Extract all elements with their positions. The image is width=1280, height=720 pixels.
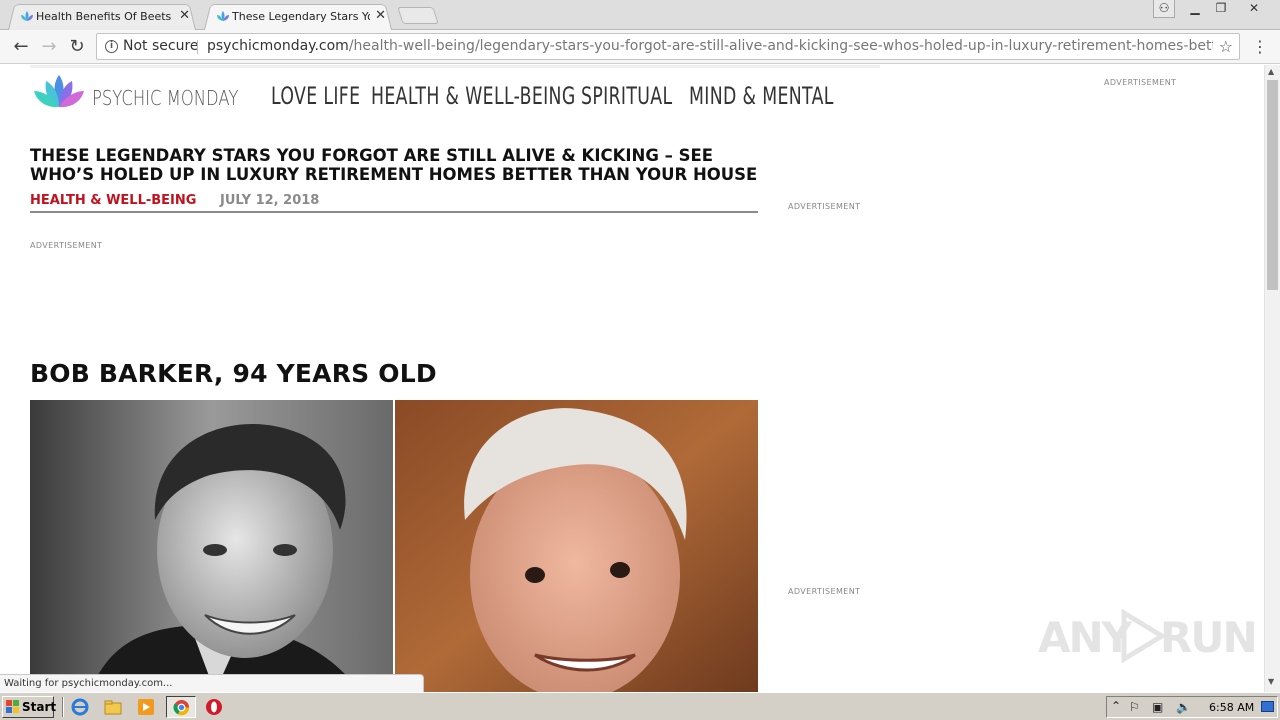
headline-rule [30, 211, 758, 213]
article-headline: THESE LEGENDARY STARS YOU FORGOT ARE STI… [30, 146, 758, 184]
tab-health-benefits-of-beets[interactable]: Health Benefits Of Beets Yo ✕ [0, 2, 204, 30]
web-page: PSYCHIC MONDAY LOVE LIFE HEALTH & WELL-B… [0, 65, 1264, 692]
new-tab-button[interactable] [397, 7, 439, 24]
url-text[interactable]: psychicmonday.com/health-well-being/lege… [207, 34, 1213, 59]
tab-title: These Legendary Stars You [232, 10, 370, 23]
scrollbar-thumb[interactable] [1267, 80, 1278, 290]
young-portrait-image [30, 400, 393, 692]
volume-icon[interactable]: 🔈 [1176, 700, 1191, 714]
vertical-scrollbar[interactable]: ▲ ▼ [1264, 65, 1280, 692]
tab-title: Health Benefits Of Beets Yo [36, 10, 174, 23]
internet-explorer-icon[interactable] [71, 698, 89, 716]
browser-menu-icon[interactable]: ⋮ [1252, 37, 1268, 57]
omnibox-divider [197, 40, 198, 54]
status-bubble: Waiting for psychicmonday.com... [0, 674, 424, 692]
ad-label-inline: ADVERTISEMENT [30, 241, 103, 250]
logo-text: PSYCHIC MONDAY [92, 86, 239, 110]
windows-flag-icon [6, 700, 19, 713]
article-date: JULY 12, 2018 [220, 193, 320, 208]
ad-label-sidebar-2: ADVERTISEMENT [788, 587, 861, 596]
watermark-text-left: ANY [1038, 613, 1132, 662]
ad-label-top-right: ADVERTISEMENT [1104, 78, 1177, 87]
scroll-down-icon[interactable]: ▼ [1268, 677, 1274, 686]
nav-mind-mental[interactable]: MIND & MENTAL [689, 82, 834, 110]
nav-health-well-being[interactable]: HEALTH & WELL-BEING [371, 82, 576, 110]
taskbar-clock[interactable]: 6:58 AM [1209, 701, 1254, 714]
section-title: BOB BARKER, 94 YEARS OLD [30, 359, 437, 388]
chrome-taskbar-button[interactable] [166, 696, 196, 718]
folder-icon[interactable] [104, 698, 122, 716]
url-domain: psychicmonday.com [207, 38, 349, 54]
network-icon[interactable]: ▣ [1152, 700, 1163, 714]
psychic-monday-favicon-icon [217, 11, 229, 21]
start-label: Start [22, 700, 57, 714]
restore-button[interactable]: ❐ [1209, 0, 1233, 18]
watermark-text-right: RUN [1160, 613, 1258, 662]
forward-button[interactable]: → [38, 36, 60, 58]
scroll-up-icon[interactable]: ▲ [1268, 67, 1274, 76]
article-category-link[interactable]: HEALTH & WELL-BEING [30, 193, 196, 208]
tab-close-icon[interactable]: ✕ [179, 8, 190, 23]
opera-icon[interactable] [205, 698, 223, 716]
taskbar-separator [62, 697, 64, 717]
show-desktop-icon[interactable] [1261, 701, 1274, 712]
info-icon[interactable]: i [105, 40, 118, 53]
minimize-button[interactable]: ▁ [1183, 0, 1207, 18]
anyrun-watermark: ANY RUN [1038, 607, 1258, 667]
windows-taskbar: Start ⌃ ⚐ ▣ 🔈 6:58 AM [0, 692, 1280, 720]
address-bar[interactable]: i Not secure psychicmonday.com/health-we… [96, 33, 1240, 60]
user-profile-icon[interactable]: ⚇ [1153, 0, 1175, 18]
start-button[interactable]: Start [2, 696, 57, 718]
site-logo[interactable]: PSYCHIC MONDAY [30, 73, 238, 113]
psychic-monday-favicon-icon [21, 11, 33, 21]
lotus-logo-icon [34, 75, 84, 108]
close-window-button[interactable]: ✕ [1236, 0, 1272, 18]
nav-spiritual[interactable]: SPIRITUAL [581, 82, 672, 110]
chrome-icon [173, 699, 190, 716]
nav-love-life[interactable]: LOVE LIFE [271, 82, 360, 110]
url-path: /health-well-being/legendary-stars-you-f… [348, 38, 1213, 54]
tray-expand-icon[interactable]: ⌃ [1111, 699, 1121, 713]
header-top-line [30, 65, 880, 68]
tab-strip: Health Benefits Of Beets Yo ✕ These Lege… [0, 0, 1280, 30]
bookmark-star-icon[interactable]: ☆ [1219, 34, 1233, 59]
tab-these-legendary-stars[interactable]: These Legendary Stars You ✕ [196, 2, 400, 30]
media-player-icon[interactable] [137, 698, 155, 716]
back-button[interactable]: ← [10, 36, 32, 58]
action-center-flag-icon[interactable]: ⚐ [1129, 700, 1140, 714]
older-portrait-image [395, 400, 758, 692]
tab-close-icon[interactable]: ✕ [375, 8, 386, 23]
browser-toolbar: ← → ↻ i Not secure psychicmonday.com/hea… [0, 30, 1280, 64]
ad-label-sidebar-1: ADVERTISEMENT [788, 202, 861, 211]
reload-button[interactable]: ↻ [66, 36, 88, 58]
security-label: Not secure [123, 38, 199, 54]
